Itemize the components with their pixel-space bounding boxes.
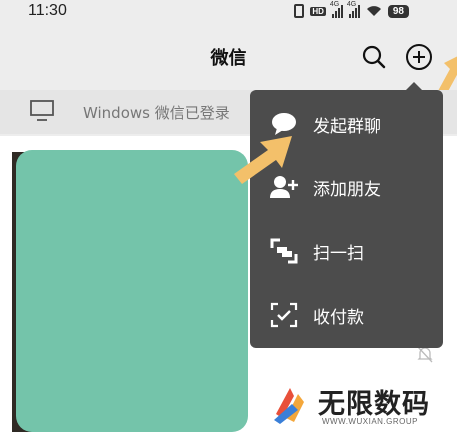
page-title: 微信 <box>210 48 247 69</box>
status-time: 11:30 <box>28 2 67 19</box>
plus-popup-menu: 发起群聊 添加朋友 扫一扫 收付款 <box>250 90 443 348</box>
status-icons: HD 4G 4G 98 <box>294 1 409 18</box>
menu-item-label: 添加朋友 <box>313 180 381 200</box>
battery-indicator: 98 <box>387 4 409 18</box>
menu-item-label: 发起群聊 <box>313 117 381 137</box>
menu-item-scan[interactable]: 扫一扫 <box>250 221 443 281</box>
search-icon[interactable] <box>361 44 387 70</box>
watermark-subtitle: WWW.WUXIAN.GROUP <box>322 417 418 426</box>
signal-label: 4G <box>346 0 357 8</box>
login-banner-text: Windows 微信已登录 <box>83 104 230 122</box>
wifi-icon <box>366 6 381 16</box>
scan-icon <box>270 238 298 264</box>
signal-icon: 4G <box>330 1 343 18</box>
signal-label: 4G <box>329 0 340 8</box>
vibrate-icon <box>294 4 305 18</box>
watermark-title: 无限数码 <box>318 389 430 420</box>
annotation-arrow <box>438 56 457 95</box>
menu-item-label: 扫一扫 <box>313 244 364 264</box>
add-icon[interactable] <box>405 43 433 71</box>
status-bar: 11:30 HD 4G 4G 98 <box>0 0 457 26</box>
menu-item-payment[interactable]: 收付款 <box>250 285 443 345</box>
redaction-block <box>16 150 248 432</box>
nav-bar: 微信 <box>0 26 457 88</box>
watermark: 无限数码 WWW.WUXIAN.GROUP <box>256 380 457 432</box>
monitor-icon <box>30 100 54 121</box>
mute-bell-icon <box>417 346 433 363</box>
watermark-logo-icon <box>274 388 304 424</box>
annotation-arrow <box>234 136 292 184</box>
payment-icon <box>270 302 298 328</box>
menu-item-label: 收付款 <box>313 308 364 328</box>
hd-badge: HD <box>310 6 326 16</box>
signal-icon: 4G <box>347 1 360 18</box>
